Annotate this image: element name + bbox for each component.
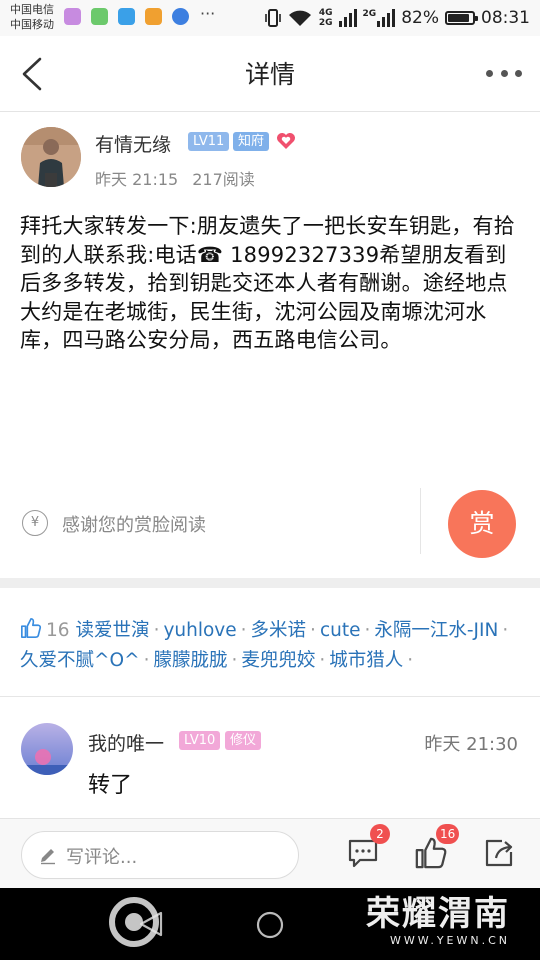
more-notifications-icon: ··· xyxy=(200,4,216,23)
divider xyxy=(420,488,421,554)
vibrate-icon xyxy=(265,9,281,27)
commenter-avatar[interactable] xyxy=(21,723,73,775)
liker-name[interactable]: 多米诺 xyxy=(251,620,307,641)
commenter-role-badge: 修仪 xyxy=(225,731,262,750)
carrier-1: 中国电信 xyxy=(10,3,54,16)
comment-time: 昨天 21:30 xyxy=(424,734,518,755)
signal-2: 2G xyxy=(363,9,396,27)
reward-button[interactable]: 赏 xyxy=(448,490,516,558)
weibo-app-icon xyxy=(145,8,162,25)
status-bar: 中国电信 中国移动 ··· 4G 2G 2G 82% 08:31 xyxy=(0,0,540,36)
comment-input-placeholder: 写评论... xyxy=(66,847,138,868)
post-time: 昨天 21:15 xyxy=(95,170,179,189)
carrier-info: 中国电信 中国移动 xyxy=(10,2,54,32)
separator: · xyxy=(143,650,150,671)
like-button[interactable]: 16 xyxy=(414,824,460,870)
liker-name[interactable]: 读爱世演 xyxy=(76,620,150,641)
separator: · xyxy=(407,650,414,671)
commenter-level-badge: LV10 xyxy=(179,731,221,750)
commenter-name[interactable]: 我的唯一 xyxy=(88,729,164,756)
read-count: 217阅读 xyxy=(192,170,255,189)
yuan-icon: ¥ xyxy=(22,510,48,536)
watermark: 荣耀渭南 WWW.YEWN.CN xyxy=(109,888,510,947)
post-meta: 昨天 21:15 217阅读 xyxy=(95,166,269,190)
liker-name[interactable]: 城市猎人 xyxy=(329,650,403,671)
carrier-2: 中国移动 xyxy=(10,18,54,31)
watermark-name: 荣耀渭南 xyxy=(366,894,510,934)
post-content: 拜托大家转发一下:朋友遗失了一把长安车钥匙，有拾到的人联系我:电话☎ 18992… xyxy=(20,214,515,352)
commenter-avatar-image xyxy=(21,723,73,775)
paw-app-icon xyxy=(172,8,189,25)
author-name[interactable]: 有情无缘 xyxy=(95,130,171,157)
comment-count-badge: 2 xyxy=(370,824,390,844)
reward-prompt: 感谢您的赏脸阅读 xyxy=(62,515,206,536)
author-avatar[interactable] xyxy=(21,127,81,187)
separator: · xyxy=(153,620,160,641)
heart-icon xyxy=(277,133,295,149)
clock: 08:31 xyxy=(481,8,530,28)
watermark-url: WWW.YEWN.CN xyxy=(389,934,510,947)
network-type: 4G 2G xyxy=(318,8,333,28)
liker-names: 读爱世演 · yuhlove · 多米诺 · cute · 永隔一江水-JIN ·久爱不腻^O^ ·… xyxy=(20,620,512,671)
bottom-bar: 写评论... 2 16 xyxy=(0,818,540,888)
separator: · xyxy=(240,620,247,641)
liker-name[interactable]: cute xyxy=(320,620,361,641)
liker-name[interactable]: yuhlove xyxy=(163,620,236,641)
signal-2-icon xyxy=(377,9,396,27)
status-right: 4G 2G 2G 82% 08:31 xyxy=(265,0,530,36)
page-title: 详情 xyxy=(244,60,295,89)
comment-text: 转了 xyxy=(88,773,133,798)
wechat-app-icon xyxy=(91,8,108,25)
role-badge: 知府 xyxy=(233,132,270,151)
battery-percent: 82% xyxy=(401,8,439,28)
battery-fill xyxy=(448,14,470,22)
more-icon[interactable] xyxy=(486,61,522,85)
like-count: 16 xyxy=(46,620,70,641)
pencil-icon xyxy=(41,849,55,865)
separator: · xyxy=(310,620,316,641)
gallery-app-icon xyxy=(64,8,81,25)
separator: · xyxy=(502,620,509,641)
wifi-icon xyxy=(288,10,311,26)
comment-input[interactable]: 写评论... xyxy=(21,831,299,879)
comment-icon[interactable]: 2 xyxy=(346,824,390,870)
liker-name[interactable]: 朦朦胧胧 xyxy=(153,650,227,671)
share-icon[interactable] xyxy=(482,836,516,870)
like-list: 16 读爱世演 · yuhlove · 多米诺 · cute · 永隔一江水-JIN ·久爱不腻^O… xyxy=(20,616,525,676)
share-arrow-icon xyxy=(485,839,513,867)
watermark-logo-icon xyxy=(109,897,159,947)
like-count-badge: 16 xyxy=(436,824,460,844)
nav-bar: 详情 xyxy=(0,36,540,112)
battery-icon xyxy=(445,11,478,25)
separator: · xyxy=(364,620,371,641)
separator: · xyxy=(319,650,326,671)
author-avatar-image xyxy=(21,127,81,187)
liker-name[interactable]: 永隔一江水-JIN xyxy=(374,620,498,641)
liker-name[interactable]: 麦兜兜姣 xyxy=(241,650,315,671)
section-gap xyxy=(0,578,540,588)
signal-1-icon xyxy=(338,9,357,27)
app-icon xyxy=(118,8,135,25)
level-badge: LV11 xyxy=(188,132,230,151)
liker-name[interactable]: 久爱不腻^O^ xyxy=(20,650,140,671)
divider xyxy=(0,696,540,697)
nav-home-icon[interactable] xyxy=(255,910,285,940)
separator: · xyxy=(231,650,238,671)
thumbs-up-icon xyxy=(21,618,42,638)
